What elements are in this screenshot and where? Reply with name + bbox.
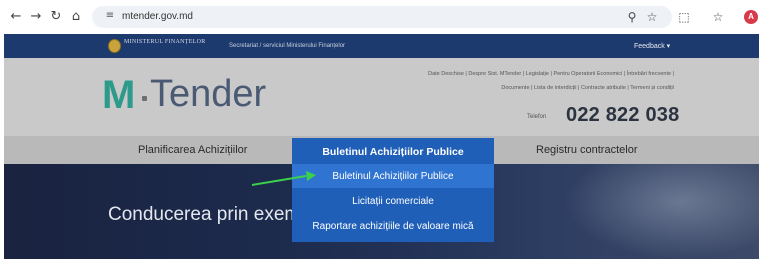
- logo-dot: [142, 96, 147, 101]
- url-text[interactable]: mtender.gov.md: [122, 11, 193, 22]
- menu-item-registry[interactable]: Registru contractelor: [536, 144, 638, 156]
- website-content: MINISTERUL FINANȚELOR Secretariat / serv…: [4, 34, 759, 259]
- dropdown-header[interactable]: Buletinul Achizițiilor Publice: [292, 146, 494, 158]
- dropdown-item-raportare[interactable]: Raportare achizițiile de valoare mică: [292, 221, 494, 232]
- dropdown-item-licitatii[interactable]: Licitații comerciale: [292, 196, 494, 207]
- profile-avatar[interactable]: A: [744, 10, 758, 24]
- logo-m[interactable]: M: [102, 75, 135, 115]
- bookmarks-icon[interactable]: ☆: [710, 9, 726, 25]
- hero-heading: Conducerea prin exem: [108, 204, 301, 225]
- hero-image: [564, 164, 759, 259]
- top-links-row1[interactable]: Date Deschise | Despre Sist. MTender | L…: [294, 71, 674, 78]
- browser-toolbar: ← → ↻ ⌂ ≡ mtender.gov.md ⚲ ☆ ⬚ ☆ A: [0, 0, 763, 34]
- site-settings-icon[interactable]: ≡: [103, 9, 117, 23]
- feedback-link[interactable]: Feedback ▾: [634, 42, 670, 50]
- green-arrow-icon: [251, 171, 316, 186]
- forward-icon[interactable]: →: [28, 9, 44, 25]
- top-links-row2[interactable]: Documente | Lista de interdicții | Contr…: [384, 85, 674, 92]
- back-icon[interactable]: ←: [8, 9, 24, 25]
- ministry-name[interactable]: MINISTERUL FINANȚELOR: [124, 39, 206, 45]
- reload-icon[interactable]: ↻: [48, 9, 64, 25]
- star-icon[interactable]: ☆: [644, 9, 660, 25]
- emblem-icon: [108, 39, 121, 53]
- logo-tender[interactable]: Tender: [150, 74, 266, 114]
- home-icon[interactable]: ⌂: [68, 9, 84, 25]
- zoom-icon[interactable]: ⚲: [624, 9, 640, 25]
- dropdown-item-bap[interactable]: Buletinul Achizițiilor Publice: [292, 171, 494, 182]
- ministry-subtitle: Secretariat / serviciul Ministerului Fin…: [229, 43, 346, 49]
- phone-number: 022 822 038: [566, 104, 680, 126]
- phone-label: Telefon: [527, 114, 547, 120]
- menu-item-planning[interactable]: Planificarea Achizițiilor: [138, 144, 247, 156]
- extensions-icon[interactable]: ⬚: [676, 9, 692, 25]
